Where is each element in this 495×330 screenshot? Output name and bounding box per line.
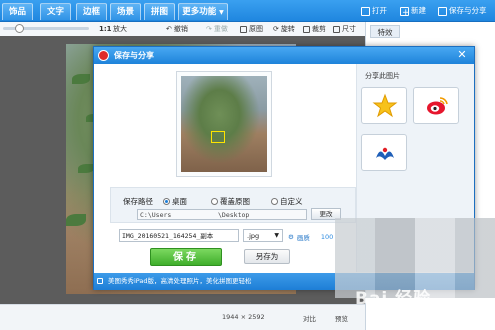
resize-button[interactable]: 尺寸 <box>333 22 356 36</box>
weibo-share-button[interactable] <box>413 87 459 124</box>
resize-label: 尺寸 <box>342 25 356 33</box>
radio-overwrite[interactable]: 覆盖原图 <box>211 196 250 207</box>
quality-label: 画质 <box>296 234 310 242</box>
share-title: 分享此图片 <box>365 72 400 80</box>
undo-icon: ↶ <box>166 25 172 33</box>
open-label: 打开 <box>372 6 387 15</box>
qzone-star-icon <box>372 93 398 118</box>
preview-selection-box <box>211 131 225 143</box>
zoom-slider[interactable] <box>3 24 89 33</box>
watermark: Bai 经验 <box>355 289 432 309</box>
rotate-label: 旋转 <box>280 25 295 33</box>
quality-control[interactable]: ⚙ 画质 100 <box>288 232 333 242</box>
renren-share-button[interactable] <box>361 134 407 171</box>
radio-overwrite-label: 覆盖原图 <box>220 197 250 206</box>
path-prefix: C:\Users <box>140 211 172 219</box>
zoom-slider-knob[interactable] <box>15 24 24 33</box>
save-icon <box>438 6 447 16</box>
settings-icon: ⚙ <box>288 233 294 241</box>
edit-toolbar: 1:1 放大 ↶ 撤销 ↷ 重做 原图 ⟳ 旋转 裁剪 尺寸 <box>0 22 365 36</box>
photo-leaf <box>72 74 90 84</box>
close-icon[interactable]: ✕ <box>455 48 469 62</box>
tab-frame[interactable]: 边框 <box>76 3 107 20</box>
filename-input[interactable]: IMG_20160521_164254_副本 <box>119 229 239 242</box>
preview-thumbnail <box>181 76 267 172</box>
app-logo-icon <box>98 50 109 61</box>
speaker-icon <box>97 278 103 284</box>
image-preview <box>176 71 272 177</box>
crop-label: 裁剪 <box>312 25 326 33</box>
photo-leaf <box>66 214 86 226</box>
crop-button[interactable]: 裁剪 <box>303 22 326 36</box>
open-button[interactable]: 打开 <box>361 3 387 19</box>
redo-label: 重做 <box>213 25 228 33</box>
undo-label: 撤销 <box>173 25 188 33</box>
save-share-label: 保存与分享 <box>449 6 487 15</box>
dropdown-icon: ▼ <box>219 9 224 16</box>
new-label: 新建 <box>411 6 426 15</box>
save-path-label: 保存路径 <box>123 197 153 206</box>
tab-more-features-label: 更多功能 <box>182 7 217 17</box>
tab-accessories[interactable]: 饰品 <box>2 3 33 20</box>
preview-button[interactable]: 预览 <box>335 313 348 323</box>
image-icon <box>240 25 247 33</box>
undo-button[interactable]: ↶ 撤销 <box>166 22 188 36</box>
resize-icon <box>333 25 340 33</box>
plus-icon <box>400 5 410 21</box>
radio-custom[interactable]: 自定义 <box>271 196 303 207</box>
rotate-icon: ⟳ <box>273 25 279 33</box>
radio-dot-icon <box>163 198 170 205</box>
renren-icon <box>376 147 394 160</box>
tab-effects[interactable]: 特效 <box>370 25 400 38</box>
new-button[interactable]: 新建 <box>400 3 426 21</box>
original-button[interactable]: 原图 <box>240 22 263 36</box>
app-window: 饰品 文字 边框 场景 拼图 更多功能 ▼ 打开 新建 保存与分享 1:1 放大… <box>0 0 495 330</box>
radio-dot-icon <box>271 198 278 205</box>
crop-icon <box>303 25 310 33</box>
tab-text[interactable]: 文字 <box>40 3 71 20</box>
redo-button[interactable]: ↷ 重做 <box>206 22 228 36</box>
save-path-panel: 保存路径 桌面 覆盖原图 自定义 C:\Users \Desktop 更改 <box>110 187 356 223</box>
tab-collage[interactable]: 拼图 <box>144 3 175 20</box>
dialog-title-bar: 保存与分享 ✕ <box>94 47 474 64</box>
save-as-button[interactable]: 另存为 <box>244 249 290 264</box>
tab-more-features[interactable]: 更多功能 ▼ <box>178 3 228 20</box>
qzone-share-button[interactable] <box>361 87 407 124</box>
top-nav-bar: 饰品 文字 边框 场景 拼图 更多功能 ▼ 打开 新建 保存与分享 <box>0 0 495 22</box>
tab-scene[interactable]: 场景 <box>110 3 141 20</box>
format-select[interactable]: .jpg ▼ <box>243 229 283 242</box>
photo-leaf <box>78 164 94 173</box>
tip-text[interactable]: 美图秀秀iPad版，高清处理照片，美化拼图更轻松 <box>108 277 252 285</box>
format-value: .jpg <box>247 232 260 240</box>
radio-dot-icon <box>211 198 218 205</box>
enlarge-button[interactable]: 放大 <box>113 22 127 36</box>
dialog-title: 保存与分享 <box>114 51 154 60</box>
redo-icon: ↷ <box>206 25 212 33</box>
ratio-1-1-button[interactable]: 1:1 <box>99 22 112 36</box>
rotate-button[interactable]: ⟳ 旋转 <box>273 22 295 36</box>
path-suffix: \Desktop <box>218 211 250 219</box>
compare-button[interactable]: 对比 <box>303 313 316 323</box>
folder-icon <box>361 6 370 16</box>
save-share-button[interactable]: 保存与分享 <box>438 3 487 19</box>
save-path-field[interactable]: C:\Users \Desktop <box>137 209 307 220</box>
radio-desktop[interactable]: 桌面 <box>163 196 187 207</box>
status-bar: 1944 × 2592 对比 预览 <box>0 304 365 330</box>
weibo-icon <box>427 97 448 115</box>
original-label: 原图 <box>249 25 263 33</box>
image-dimensions: 1944 × 2592 <box>222 313 265 321</box>
save-button[interactable]: 保存 <box>150 248 222 266</box>
quality-value: 100 <box>320 233 334 241</box>
dropdown-arrow-icon: ▼ <box>274 232 279 239</box>
radio-desktop-label: 桌面 <box>172 197 187 206</box>
radio-custom-label: 自定义 <box>280 197 303 206</box>
